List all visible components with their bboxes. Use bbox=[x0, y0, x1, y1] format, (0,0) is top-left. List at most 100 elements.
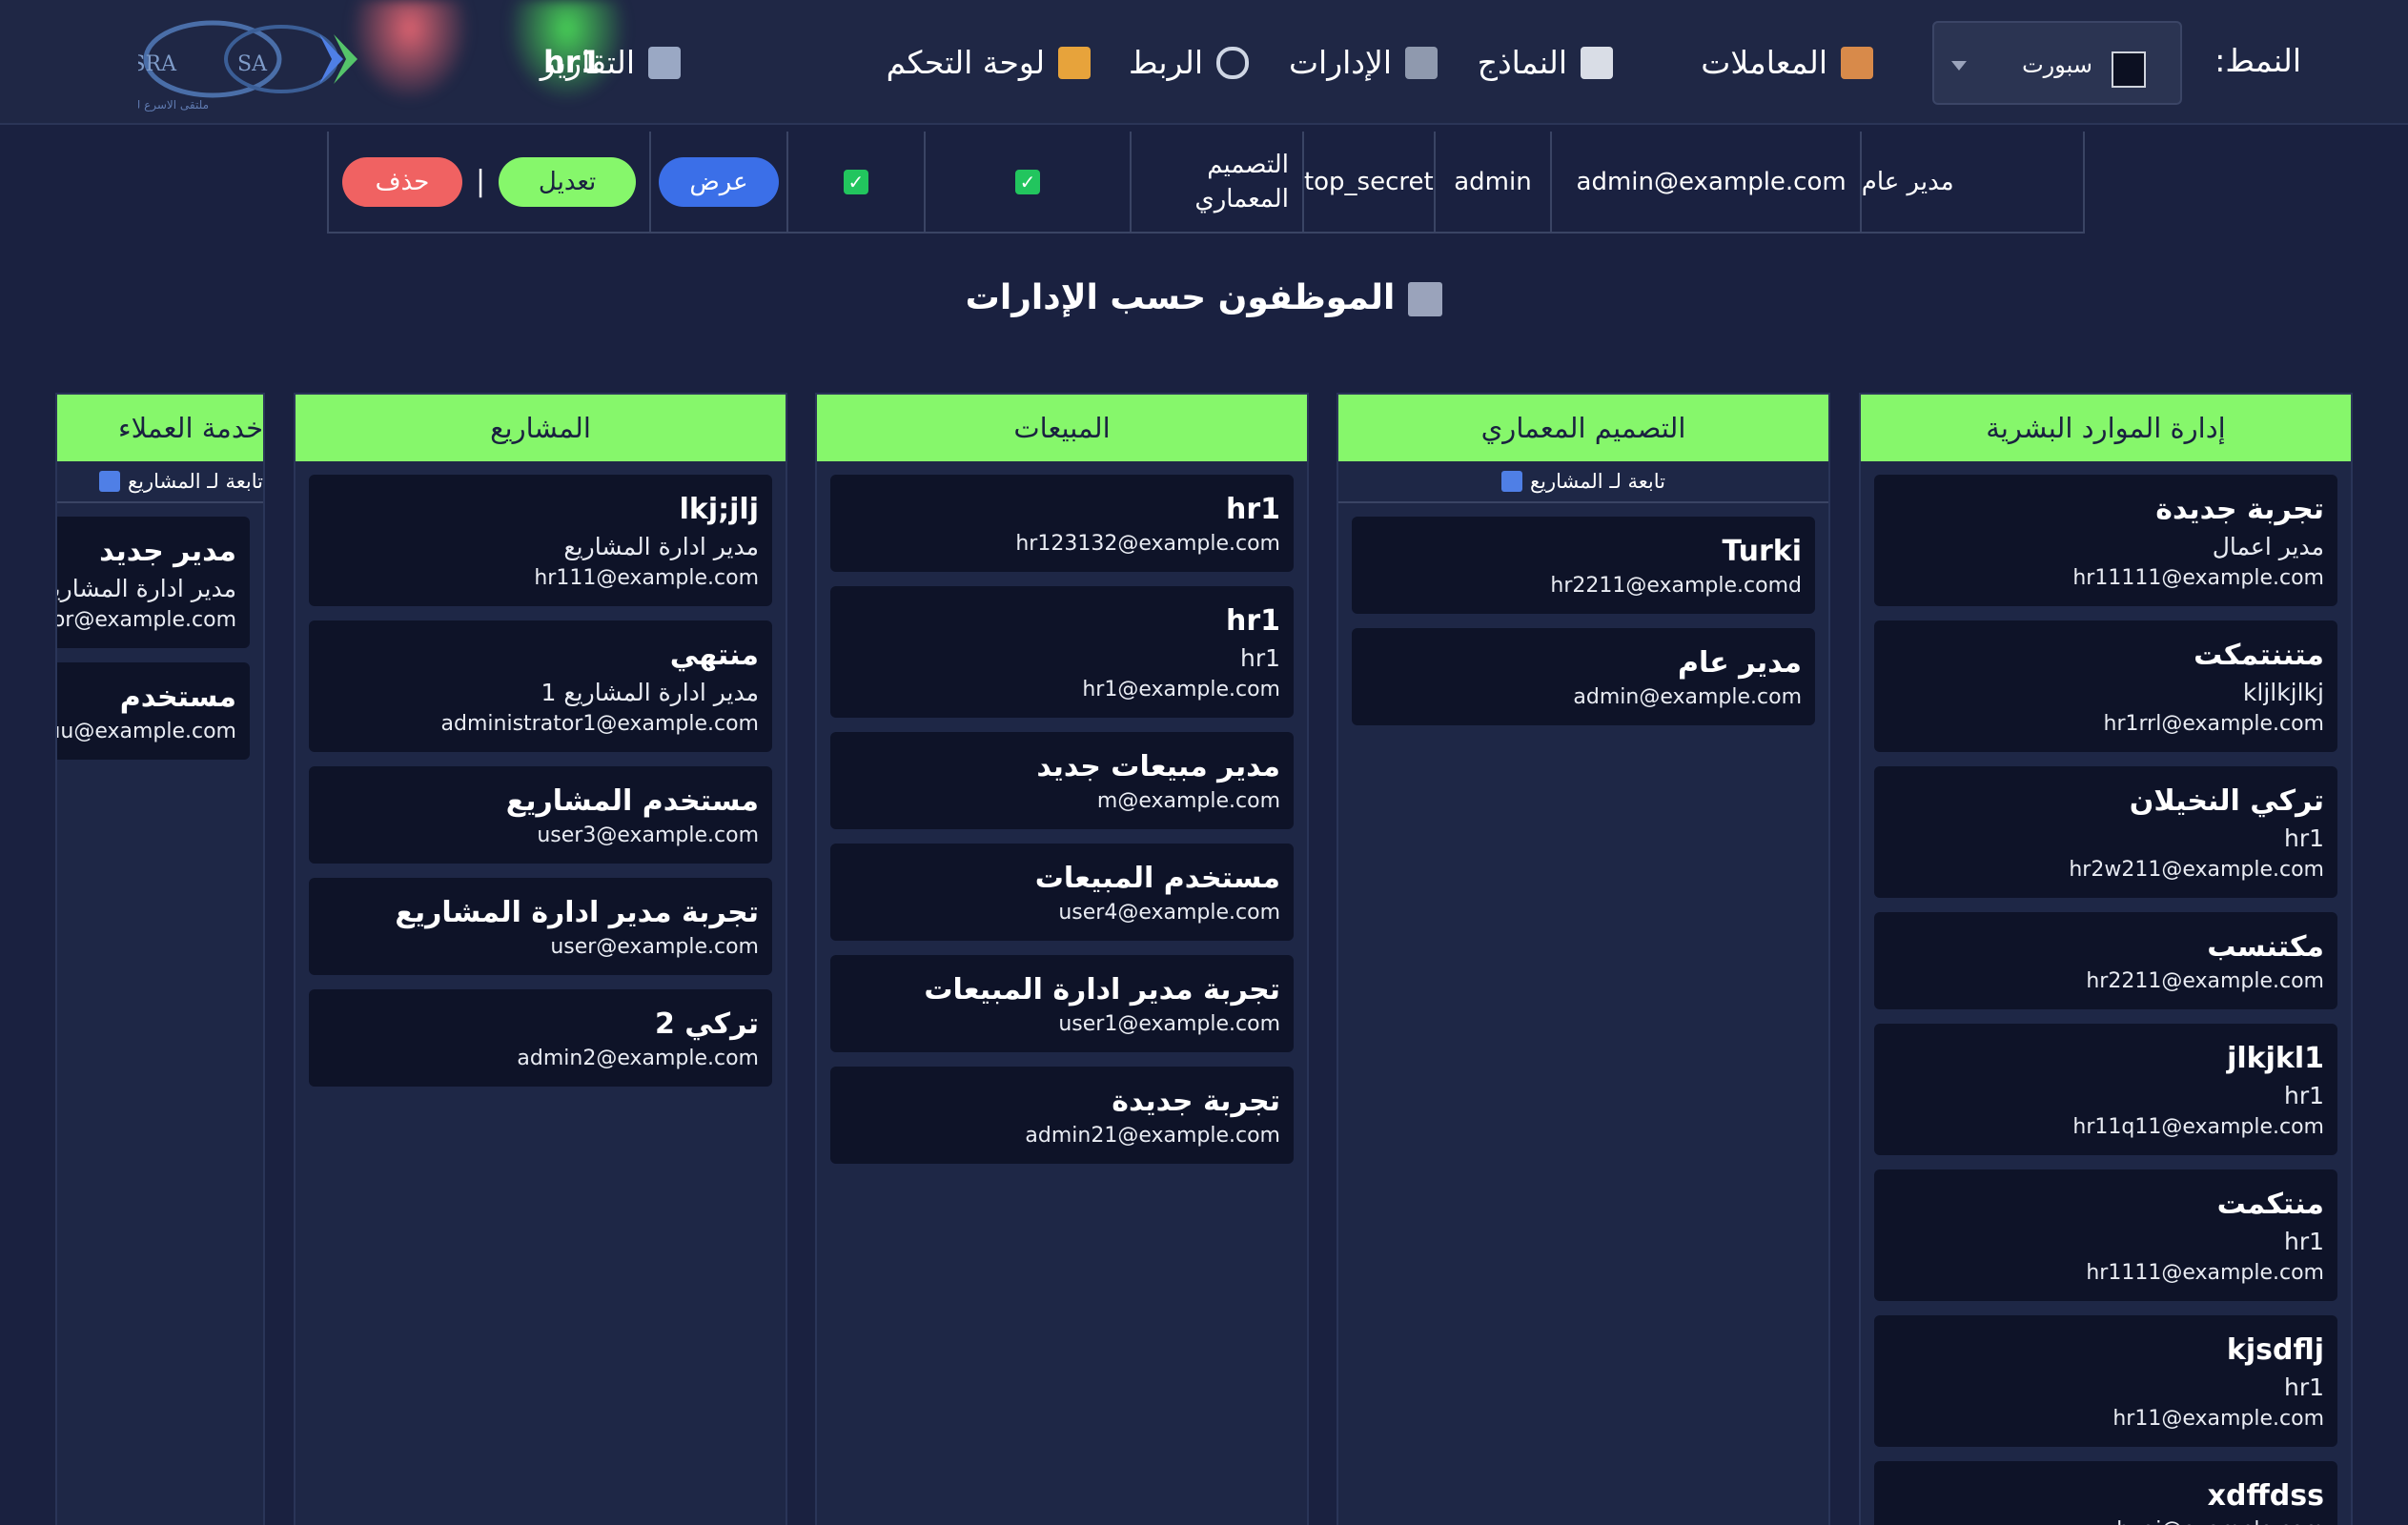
employee-email: admin@example.com bbox=[1573, 685, 1802, 709]
mode-color-swatch bbox=[2112, 51, 2146, 88]
department-header[interactable]: المشاريع bbox=[296, 395, 786, 461]
employee-card[interactable]: مدير جديد مدير ادارة المشاريع administrato… bbox=[57, 517, 250, 648]
department-header[interactable]: خدمة العملاء bbox=[57, 395, 263, 461]
mode-label: النمط: bbox=[2214, 42, 2301, 79]
employee-name: مستخدم المشاريع bbox=[505, 784, 759, 818]
user-role-cell: admin bbox=[1433, 132, 1551, 232]
employee-email: hr11@example.com bbox=[2112, 1407, 2324, 1431]
employee-card[interactable]: xdffdss hygj@example.com bbox=[1874, 1461, 2337, 1525]
checkmark-icon[interactable]: ✓ bbox=[843, 169, 868, 194]
department-column: المبيعات hr1 hr123132@example.com hr1 hr1 hr1… bbox=[815, 393, 1309, 1525]
employee-email: uuuu@example.com bbox=[57, 720, 236, 743]
clipboard-icon bbox=[1841, 46, 1873, 79]
section-title: الموظفون حسب الإدارات bbox=[0, 278, 2408, 317]
chart-icon bbox=[648, 46, 681, 79]
employee-name: مستخدم bbox=[119, 681, 236, 714]
department-column: التصميم المعماري تابعة لـ المشاريع Turki hr… bbox=[1337, 393, 1830, 1525]
nav-label: المعاملات bbox=[1701, 44, 1827, 81]
mode-select[interactable]: سبورت bbox=[1932, 21, 2182, 105]
employee-card[interactable]: مستخدم المشاريع user3@example.com bbox=[309, 766, 772, 864]
company-logo[interactable]: ASRA SA ملتقى الاسرع لتقنية المعلومات bbox=[138, 13, 357, 114]
department-column: خدمة العملاء تابعة لـ المشاريع مدير جديد مد… bbox=[55, 393, 265, 1525]
chevron-down-icon bbox=[1951, 61, 1967, 71]
return-arrow-icon bbox=[98, 471, 120, 492]
user-department-cell: التصميم المعماري bbox=[1130, 132, 1302, 232]
divider: | bbox=[475, 165, 486, 198]
employee-email: m@example.com bbox=[1096, 789, 1280, 813]
edit-button[interactable]: تعديل bbox=[499, 156, 637, 207]
employee-card[interactable]: تجربة مدير ادارة المبيعات user1@example.c… bbox=[830, 955, 1294, 1052]
employee-role: hr1 bbox=[2283, 1082, 2324, 1109]
delete-button[interactable]: حذف bbox=[341, 156, 462, 207]
employee-card[interactable]: مدير عام admin@example.com bbox=[1352, 628, 1815, 725]
employee-card[interactable]: مستخدم المبيعات user4@example.com bbox=[830, 844, 1294, 941]
employee-card[interactable]: مستخدم uuuu@example.com bbox=[57, 662, 250, 760]
employee-card[interactable]: lkj;jlj مدير ادارة المشاريع hr111@example.… bbox=[309, 475, 772, 606]
nav-label: لوحة التحكم bbox=[886, 44, 1045, 81]
employee-card[interactable]: مكتنسب hr2211@example.com bbox=[1874, 912, 2337, 1009]
nav-reports[interactable]: التقارير bbox=[541, 44, 681, 81]
department-header[interactable]: المبيعات bbox=[817, 395, 1307, 461]
employee-card[interactable]: تجربة جديدة admin21@example.com bbox=[830, 1067, 1294, 1164]
employee-card[interactable]: مدير مبيعات جديد m@example.com bbox=[830, 732, 1294, 829]
nav-departments[interactable]: الإدارات bbox=[1289, 44, 1438, 81]
department-header[interactable]: التصميم المعماري bbox=[1338, 395, 1828, 461]
nav-forms[interactable]: النماذج bbox=[1478, 44, 1613, 81]
employee-card[interactable]: تركي 2 admin2@example.com bbox=[309, 989, 772, 1087]
employee-card[interactable]: kjsdflj hr1 hr11@example.com bbox=[1874, 1315, 2337, 1447]
user-email-cell: admin@example.com bbox=[1550, 132, 1859, 232]
employee-email: hr111@example.com bbox=[534, 566, 759, 590]
employee-card[interactable]: jlkjkl1 hr1 hr11q11@example.com bbox=[1874, 1024, 2337, 1155]
employee-card[interactable]: منتكمت hr1 hr1111@example.com bbox=[1874, 1169, 2337, 1301]
mode-select-value: سبورت bbox=[2022, 51, 2092, 78]
employee-card[interactable]: hr1 hr123132@example.com bbox=[830, 475, 1294, 572]
nav-link[interactable]: الربط bbox=[1129, 44, 1249, 81]
user-name-cell: مدير عام bbox=[1859, 132, 2083, 232]
employee-role: مدير ادارة المشاريع bbox=[563, 533, 759, 560]
top-navbar: ASRA SA ملتقى الاسرع لتقنية المعلومات hr… bbox=[0, 0, 2408, 125]
nav-transactions[interactable]: المعاملات bbox=[1701, 44, 1873, 81]
employee-role: hr1 bbox=[2283, 1373, 2324, 1401]
department-parent-note: تابعة لـ المشاريع bbox=[1338, 461, 1828, 503]
employee-card[interactable]: تجربة جديدة مدير اعمال hr11111@example.com bbox=[1874, 475, 2337, 606]
employee-card[interactable]: تركي النخيلان hr1 hr2w211@example.com bbox=[1874, 766, 2337, 898]
employee-card[interactable]: hr1 hr1 hr1@example.com bbox=[830, 586, 1294, 718]
employee-name: lkj;jlj bbox=[679, 493, 759, 526]
employee-name: تجربة جديدة bbox=[1112, 1085, 1280, 1118]
home-icon bbox=[1058, 46, 1091, 79]
nav-dashboard[interactable]: لوحة التحكم bbox=[887, 44, 1091, 81]
employee-card[interactable]: منتهي مدير ادارة المشاريع 1 administrator1… bbox=[309, 620, 772, 752]
employee-email: hr11q11@example.com bbox=[2072, 1115, 2324, 1139]
employee-email: user4@example.com bbox=[1058, 901, 1280, 925]
employee-email: hr2211@example.comd bbox=[1550, 574, 1802, 598]
employee-card[interactable]: Turki hr2211@example.comd bbox=[1352, 517, 1815, 614]
view-button[interactable]: عرض bbox=[659, 156, 780, 207]
employee-name: مدير عام bbox=[1677, 646, 1802, 680]
view-cell: عرض bbox=[649, 132, 786, 232]
employee-email: hr123132@example.com bbox=[1015, 532, 1280, 556]
employee-name: مدير جديد bbox=[99, 535, 236, 568]
employee-role: مدير اعمال bbox=[2212, 533, 2324, 560]
actions-cell: تعديل | حذف bbox=[329, 132, 649, 232]
svg-text:ملتقى الاسرع لتقنية المعلومات: ملتقى الاسرع لتقنية المعلومات bbox=[138, 98, 209, 112]
employee-role: kljlkjlkj bbox=[2242, 679, 2324, 706]
employee-name: منتهي bbox=[669, 639, 759, 672]
employee-name: Turki bbox=[1722, 535, 1802, 568]
employee-email: admin2@example.com bbox=[517, 1047, 759, 1070]
employee-name: jlkjkl1 bbox=[2227, 1042, 2324, 1075]
employee-name: تجربة مدير ادارة المشاريع bbox=[395, 896, 759, 929]
nav-label: النماذج bbox=[1477, 44, 1567, 81]
return-arrow-icon bbox=[1500, 471, 1522, 492]
employee-email: user3@example.com bbox=[537, 824, 759, 847]
employee-role: hr1 bbox=[2283, 824, 2324, 852]
employee-name: تجربة جديدة bbox=[2155, 493, 2324, 526]
employee-email: hr11111@example.com bbox=[2072, 566, 2324, 590]
department-parent-text: تابعة لـ المشاريع bbox=[127, 470, 263, 493]
employee-email: hr1111@example.com bbox=[2086, 1261, 2324, 1285]
department-column: إدارة الموارد البشرية تجربة جديدة مدير اعم… bbox=[1859, 393, 2353, 1525]
checkmark-icon[interactable]: ✓ bbox=[1015, 169, 1040, 194]
employee-email: admin21@example.com bbox=[1025, 1124, 1280, 1148]
employee-card[interactable]: تجربة مدير ادارة المشاريع user@example.co… bbox=[309, 878, 772, 975]
employee-card[interactable]: متننتمكت kljlkjlkj hr1rrl@example.com bbox=[1874, 620, 2337, 752]
department-header[interactable]: إدارة الموارد البشرية bbox=[1861, 395, 2351, 461]
